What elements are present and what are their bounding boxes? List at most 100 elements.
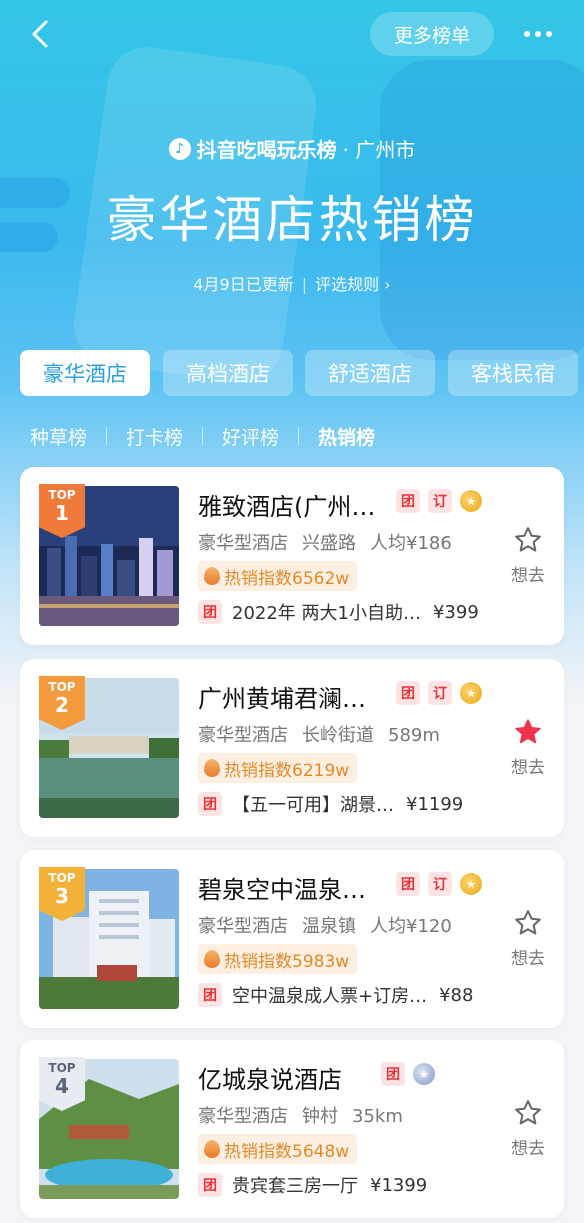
hotel-meta: 豪华型酒店 长岭街道 589m [198,721,454,747]
want-label: 想去 [511,758,545,778]
rank-number: 1 [55,501,69,525]
want-to-go-button[interactable]: 想去 [506,1098,550,1159]
hotel-extra: 人均¥186 [370,533,452,554]
tab-comfort-hotel[interactable]: 舒适酒店 [305,350,435,396]
hotel-extra: 人均¥120 [370,916,452,937]
deal-title: 空中温泉成人票+订房… [232,986,428,1007]
deal-row[interactable]: 团空中温泉成人票+订房… ¥88 [198,982,473,1008]
category-tabs: 豪华酒店 高档酒店 舒适酒店 客栈民宿 [20,350,580,398]
hotel-area: 钟村 [302,1106,338,1127]
star-outline-icon [515,1100,541,1125]
flame-icon [204,950,220,968]
want-to-go-button[interactable]: 想去 [506,717,550,778]
deal-row[interactable]: 团 2022年 两大1小自助… ¥399 [198,599,479,625]
hotel-card[interactable]: TOP 4 亿城泉说酒店 团 ★ 豪华型酒店 钟村 35km 热销指数5648w 团… [20,1040,564,1218]
hot-index-badge: 热销指数6562w [198,561,358,591]
subtab-hot-sale[interactable]: 热销榜 [318,423,375,450]
deal-row[interactable]: 团【五一可用】湖景… ¥1199 [198,791,463,817]
page-title: 豪华酒店热销榜 [106,191,478,249]
rank-top-label: TOP [48,871,76,885]
medal-icon: ★ [413,1063,435,1085]
subtab-recommend[interactable]: 种草榜 [30,423,87,450]
booking-tag: 订 [428,681,452,705]
dot-icon [524,31,530,37]
deal-price: ¥88 [439,984,474,1006]
flame-icon [204,1140,220,1158]
hotel-card[interactable]: TOP 2 广州黄埔君澜… 团 订 ★ 豪华型酒店 长岭街道 589m 热销指数62… [20,659,564,837]
want-to-go-button[interactable]: 想去 [506,525,550,586]
tab-luxury-hotel[interactable]: 豪华酒店 [20,350,150,396]
hot-index: 热销指数6562w [224,568,350,589]
medal-icon: ★ [460,682,482,704]
rules-label: 评选规则 [315,275,380,294]
subtab-checkin[interactable]: 打卡榜 [126,423,183,450]
booking-tag: 订 [428,489,452,513]
hotel-extra: 35km [352,1106,403,1127]
dot-icon [546,31,552,37]
booking-tag: 订 [428,872,452,896]
hotel-card[interactable]: TOP 1 雅致酒店(广州… 团 订 ★ 豪华型酒店 兴盛路 人均¥186 热销指数… [20,467,564,645]
hotel-tags: 团 订 ★ [396,681,482,705]
rank-number: 4 [55,1074,69,1098]
rank-top-label: TOP [48,488,76,502]
deal-title: 贵宾套三房一厅 [232,1176,358,1197]
flame-icon [204,759,220,777]
group-buy-tag: 团 [198,1173,222,1197]
tab-inn-homestay[interactable]: 客栈民宿 [448,350,578,396]
more-menu-button[interactable] [516,18,560,50]
hotel-name[interactable]: 亿城泉说酒店 [198,1060,342,1094]
hotel-type: 豪华型酒店 [198,725,288,746]
hotel-meta: 豪华型酒店 钟村 35km [198,1102,417,1128]
brand-name: 抖音吃喝玩乐榜 [196,138,337,162]
hot-index: 热销指数5983w [224,951,350,972]
hotel-area: 长岭街道 [302,725,374,746]
hotel-meta: 豪华型酒店 兴盛路 人均¥186 [198,529,466,555]
hotel-name[interactable]: 雅致酒店(广州… [198,487,375,521]
more-lists-button[interactable]: 更多榜单 [370,12,494,56]
chevron-right-icon: › [384,275,391,294]
hot-index: 热销指数5648w [224,1141,350,1162]
group-buy-tag: 团 [396,681,420,705]
want-label: 想去 [511,1139,545,1159]
divider [202,427,204,445]
rules-link[interactable]: 评选规则 › [315,275,391,294]
rank-badge: TOP 4 [39,1057,85,1111]
hot-index-badge: 热销指数6219w [198,753,358,783]
hotel-name[interactable]: 碧泉空中温泉… [198,870,366,904]
ranking-subtabs: 种草榜 打卡榜 好评榜 热销榜 [30,420,375,452]
want-label: 想去 [511,566,545,586]
tab-upscale-hotel[interactable]: 高档酒店 [163,350,293,396]
rank-badge: TOP 2 [39,676,85,730]
back-button[interactable] [22,14,62,54]
deal-price: ¥1199 [406,793,464,815]
hotel-card[interactable]: TOP 3 碧泉空中温泉… 团 订 ★ 豪华型酒店 温泉镇 人均¥120 热销指数5… [20,850,564,1028]
deal-title: 2022年 两大1小自助… [232,603,421,624]
flame-icon [204,567,220,585]
group-buy-tag: 团 [198,983,222,1007]
hotel-tags: 团 订 ★ [396,489,482,513]
deal-row[interactable]: 团贵宾套三房一厅 ¥1399 [198,1172,427,1198]
hotel-tags: 团 ★ [381,1062,435,1086]
divider [298,427,300,445]
deal-title: 【五一可用】湖景… [232,795,394,816]
subtab-rating[interactable]: 好评榜 [222,423,279,450]
group-buy-tag: 团 [381,1062,405,1086]
rank-top-label: TOP [48,1061,76,1075]
medal-icon: ★ [460,490,482,512]
douyin-logo-icon: ♪ [168,137,191,160]
hotel-name[interactable]: 广州黄埔君澜… [198,679,366,713]
hotel-meta: 豪华型酒店 温泉镇 人均¥120 [198,912,466,938]
star-outline-icon [515,910,541,935]
want-to-go-button[interactable]: 想去 [506,908,550,969]
update-date: 4月9日已更新 [193,275,294,294]
hot-index: 热销指数6219w [224,760,350,781]
want-label: 想去 [511,949,545,969]
top-bar: 更多榜单 [0,0,584,70]
hotel-type: 豪华型酒店 [198,1106,288,1127]
hotel-type: 豪华型酒店 [198,916,288,937]
hot-index-badge: 热销指数5983w [198,944,358,974]
update-line: 4月9日已更新 | 评选规则 › [0,271,584,295]
deal-price: ¥399 [432,601,479,623]
hotel-area: 兴盛路 [302,533,356,554]
group-buy-tag: 团 [198,600,222,624]
